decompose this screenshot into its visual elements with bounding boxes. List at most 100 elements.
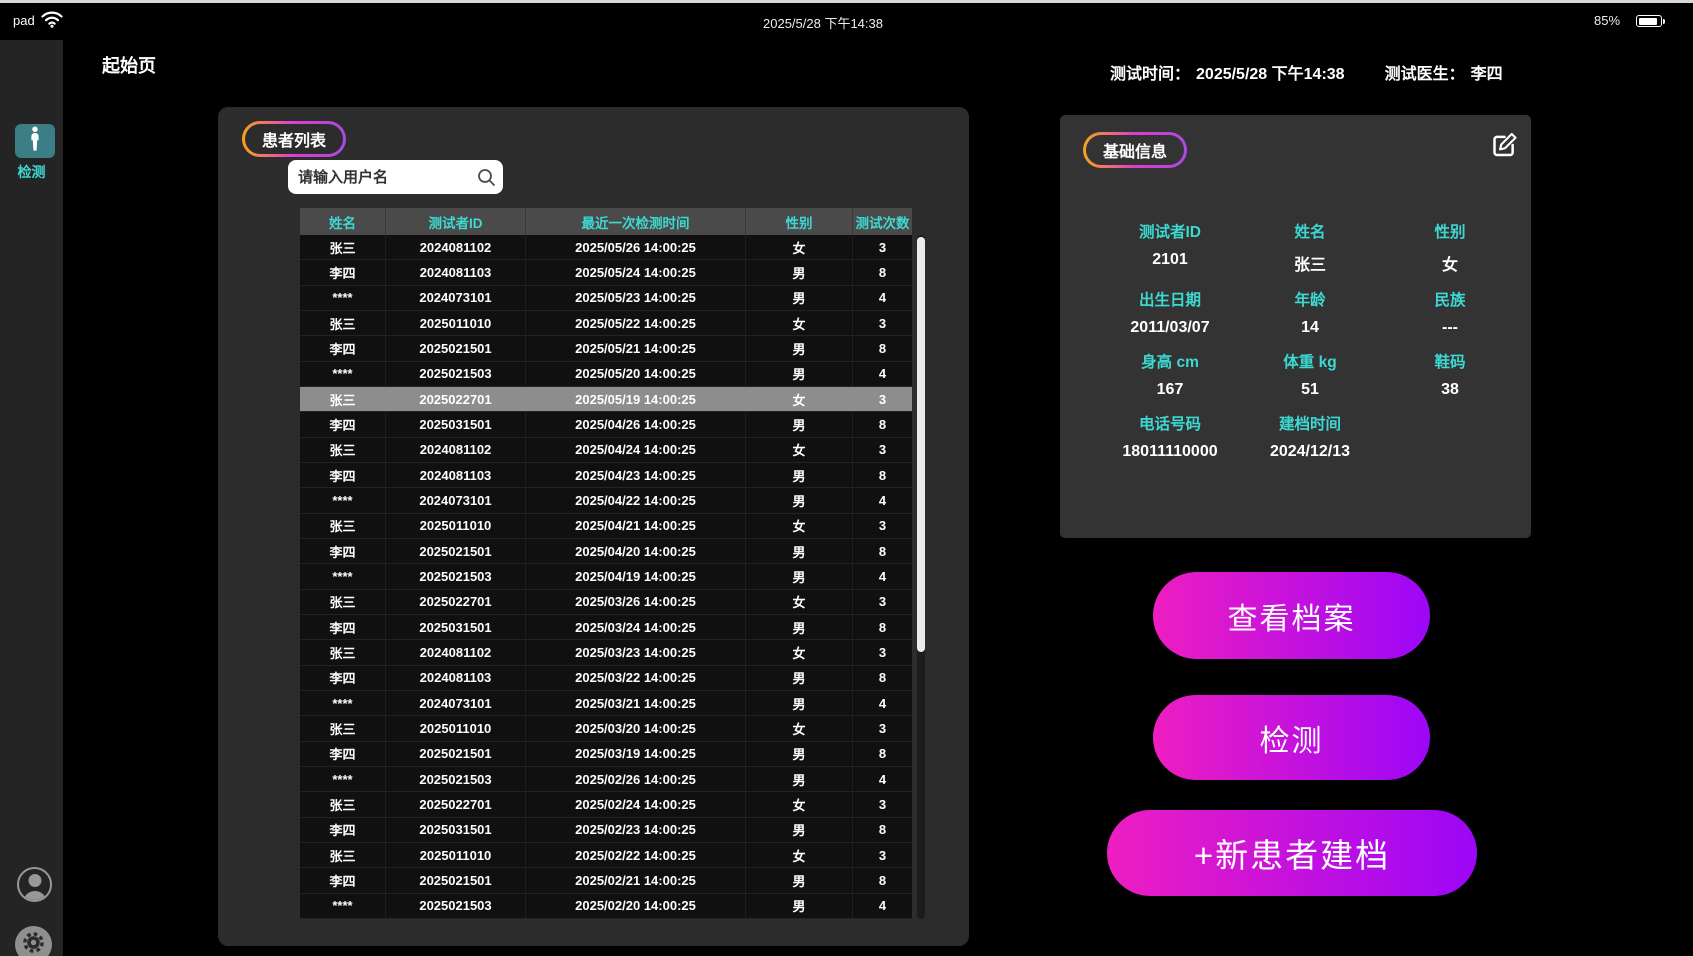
table-cell: 李四 bbox=[300, 615, 385, 639]
table-row[interactable]: 李四20240811032025/05/24 14:00:25男8 bbox=[300, 260, 912, 285]
table-cell: 2025022701 bbox=[385, 590, 525, 614]
edit-patient-button[interactable] bbox=[1488, 130, 1521, 162]
table-row[interactable]: 张三20250110102025/02/22 14:00:25女3 bbox=[300, 843, 912, 868]
table-row[interactable]: 李四20250215012025/02/21 14:00:25男8 bbox=[300, 868, 912, 893]
table-cell: 男 bbox=[745, 488, 852, 512]
table-cell: 8 bbox=[852, 615, 912, 639]
table-row[interactable]: 张三20250110102025/03/20 14:00:25女3 bbox=[300, 716, 912, 741]
table-cell: 女 bbox=[745, 716, 852, 740]
table-cell: 2025/05/19 14:00:25 bbox=[525, 387, 745, 411]
table-cell: 2025021503 bbox=[385, 362, 525, 386]
table-cell: 8 bbox=[852, 742, 912, 766]
table-cell: 女 bbox=[745, 843, 852, 867]
table-cell: **** bbox=[300, 286, 385, 310]
table-cell: **** bbox=[300, 894, 385, 918]
table-cell: **** bbox=[300, 488, 385, 512]
table-scrollbar-thumb[interactable] bbox=[917, 237, 925, 652]
table-cell: 2025021501 bbox=[385, 539, 525, 563]
table-cell: 4 bbox=[852, 488, 912, 512]
table-cell: 2025/03/22 14:00:25 bbox=[525, 666, 745, 690]
device-label: pad bbox=[13, 13, 35, 28]
table-cell: 2025/04/26 14:00:25 bbox=[525, 412, 745, 436]
table-cell: 8 bbox=[852, 539, 912, 563]
table-row[interactable]: 李四20250315012025/02/23 14:00:25男8 bbox=[300, 818, 912, 843]
table-cell: 2025/04/23 14:00:25 bbox=[525, 463, 745, 487]
table-row[interactable]: 张三20250110102025/05/22 14:00:25女3 bbox=[300, 311, 912, 336]
info-field-label: 出生日期 bbox=[1100, 288, 1240, 310]
table-row[interactable]: 张三20240811022025/03/23 14:00:25女3 bbox=[300, 640, 912, 665]
user-avatar-button[interactable] bbox=[17, 867, 52, 902]
table-cell: 2025011010 bbox=[385, 716, 525, 740]
table-row[interactable]: ****20250215032025/05/20 14:00:25男4 bbox=[300, 362, 912, 387]
table-cell: 3 bbox=[852, 235, 912, 259]
table-cell: 张三 bbox=[300, 311, 385, 335]
table-cell: 女 bbox=[745, 590, 852, 614]
header-meta: 测试时间：2025/5/28 下午14:38测试医生：李四 bbox=[1110, 60, 1503, 84]
table-row[interactable]: 李四20250315012025/03/24 14:00:25男8 bbox=[300, 615, 912, 640]
table-cell: 4 bbox=[852, 767, 912, 791]
table-cell: 2025/05/23 14:00:25 bbox=[525, 286, 745, 310]
table-cell: 4 bbox=[852, 894, 912, 918]
table-cell: 2024081102 bbox=[385, 640, 525, 664]
table-cell: 2025/03/24 14:00:25 bbox=[525, 615, 745, 639]
table-cell: 2024081102 bbox=[385, 235, 525, 259]
table-cell: 2025/04/21 14:00:25 bbox=[525, 514, 745, 538]
table-cell: 女 bbox=[745, 311, 852, 335]
table-row[interactable]: 李四20250315012025/04/26 14:00:25男8 bbox=[300, 412, 912, 437]
table-cell: 2024073101 bbox=[385, 286, 525, 310]
info-field-value: 2024/12/13 bbox=[1240, 443, 1380, 461]
page-title: 起始页 bbox=[102, 52, 156, 78]
table-row[interactable]: 张三20250227012025/03/26 14:00:25女3 bbox=[300, 590, 912, 615]
info-field: 电话号码18011110000 bbox=[1100, 412, 1240, 461]
info-field-value: 2011/03/07 bbox=[1100, 319, 1240, 337]
info-field-label: 建档时间 bbox=[1240, 412, 1380, 434]
info-field-value: --- bbox=[1380, 319, 1520, 337]
table-cell: 2025011010 bbox=[385, 311, 525, 335]
table-row[interactable]: 张三20240811022025/04/24 14:00:25女3 bbox=[300, 438, 912, 463]
table-cell: 男 bbox=[745, 539, 852, 563]
table-row[interactable]: ****20250215032025/02/26 14:00:25男4 bbox=[300, 767, 912, 792]
table-cell: 2025/04/24 14:00:25 bbox=[525, 438, 745, 462]
table-row[interactable]: ****20240731012025/04/22 14:00:25男4 bbox=[300, 488, 912, 513]
table-row[interactable]: 李四20250215012025/05/21 14:00:25男8 bbox=[300, 336, 912, 361]
sidebar-item-detect[interactable] bbox=[15, 124, 55, 158]
table-row[interactable]: ****20240731012025/05/23 14:00:25男4 bbox=[300, 286, 912, 311]
table-row[interactable]: 张三20250110102025/04/21 14:00:25女3 bbox=[300, 514, 912, 539]
avatar-icon bbox=[28, 874, 41, 887]
settings-button[interactable] bbox=[15, 926, 52, 956]
table-cell: 4 bbox=[852, 362, 912, 386]
table-cell: 3 bbox=[852, 716, 912, 740]
table-cell: 男 bbox=[745, 767, 852, 791]
new-patient-button[interactable]: +新患者建档 bbox=[1107, 810, 1477, 896]
table-row[interactable]: 张三20250227012025/02/24 14:00:25女3 bbox=[300, 792, 912, 817]
table-cell: 男 bbox=[745, 742, 852, 766]
table-row[interactable]: ****20240731012025/03/21 14:00:25男4 bbox=[300, 691, 912, 716]
table-cell: 李四 bbox=[300, 463, 385, 487]
table-row[interactable]: 李四20250215012025/04/20 14:00:25男8 bbox=[300, 539, 912, 564]
table-cell: 3 bbox=[852, 843, 912, 867]
table-row[interactable]: 李四20240811032025/03/22 14:00:25男8 bbox=[300, 666, 912, 691]
info-field-label: 年龄 bbox=[1240, 288, 1380, 310]
table-row-selected[interactable]: 张三20250227012025/05/19 14:00:25女3 bbox=[300, 387, 912, 412]
table-cell: 8 bbox=[852, 666, 912, 690]
table-row[interactable]: 李四20240811032025/04/23 14:00:25男8 bbox=[300, 463, 912, 488]
table-cell: 女 bbox=[745, 438, 852, 462]
table-cell: 2025/05/26 14:00:25 bbox=[525, 235, 745, 259]
table-cell: 2025/03/26 14:00:25 bbox=[525, 590, 745, 614]
detect-button[interactable]: 检测 bbox=[1153, 695, 1430, 780]
table-row[interactable]: 李四20250215012025/03/19 14:00:25男8 bbox=[300, 742, 912, 767]
table-row[interactable]: ****20250215032025/02/20 14:00:25男4 bbox=[300, 894, 912, 919]
search-icon[interactable] bbox=[477, 168, 496, 192]
info-field-label: 鞋码 bbox=[1380, 350, 1520, 372]
info-field-value: 18011110000 bbox=[1100, 443, 1240, 461]
person-icon bbox=[27, 126, 43, 157]
view-archive-button[interactable]: 查看档案 bbox=[1153, 572, 1430, 659]
table-cell: 2025021501 bbox=[385, 868, 525, 892]
info-field-value: 女 bbox=[1380, 251, 1520, 275]
search-input[interactable] bbox=[288, 160, 503, 194]
table-cell: 2024073101 bbox=[385, 691, 525, 715]
table-row[interactable]: ****20250215032025/04/19 14:00:25男4 bbox=[300, 564, 912, 589]
table-row[interactable]: 张三20240811022025/05/26 14:00:25女3 bbox=[300, 235, 912, 260]
table-cell: 张三 bbox=[300, 843, 385, 867]
table-cell: 8 bbox=[852, 412, 912, 436]
